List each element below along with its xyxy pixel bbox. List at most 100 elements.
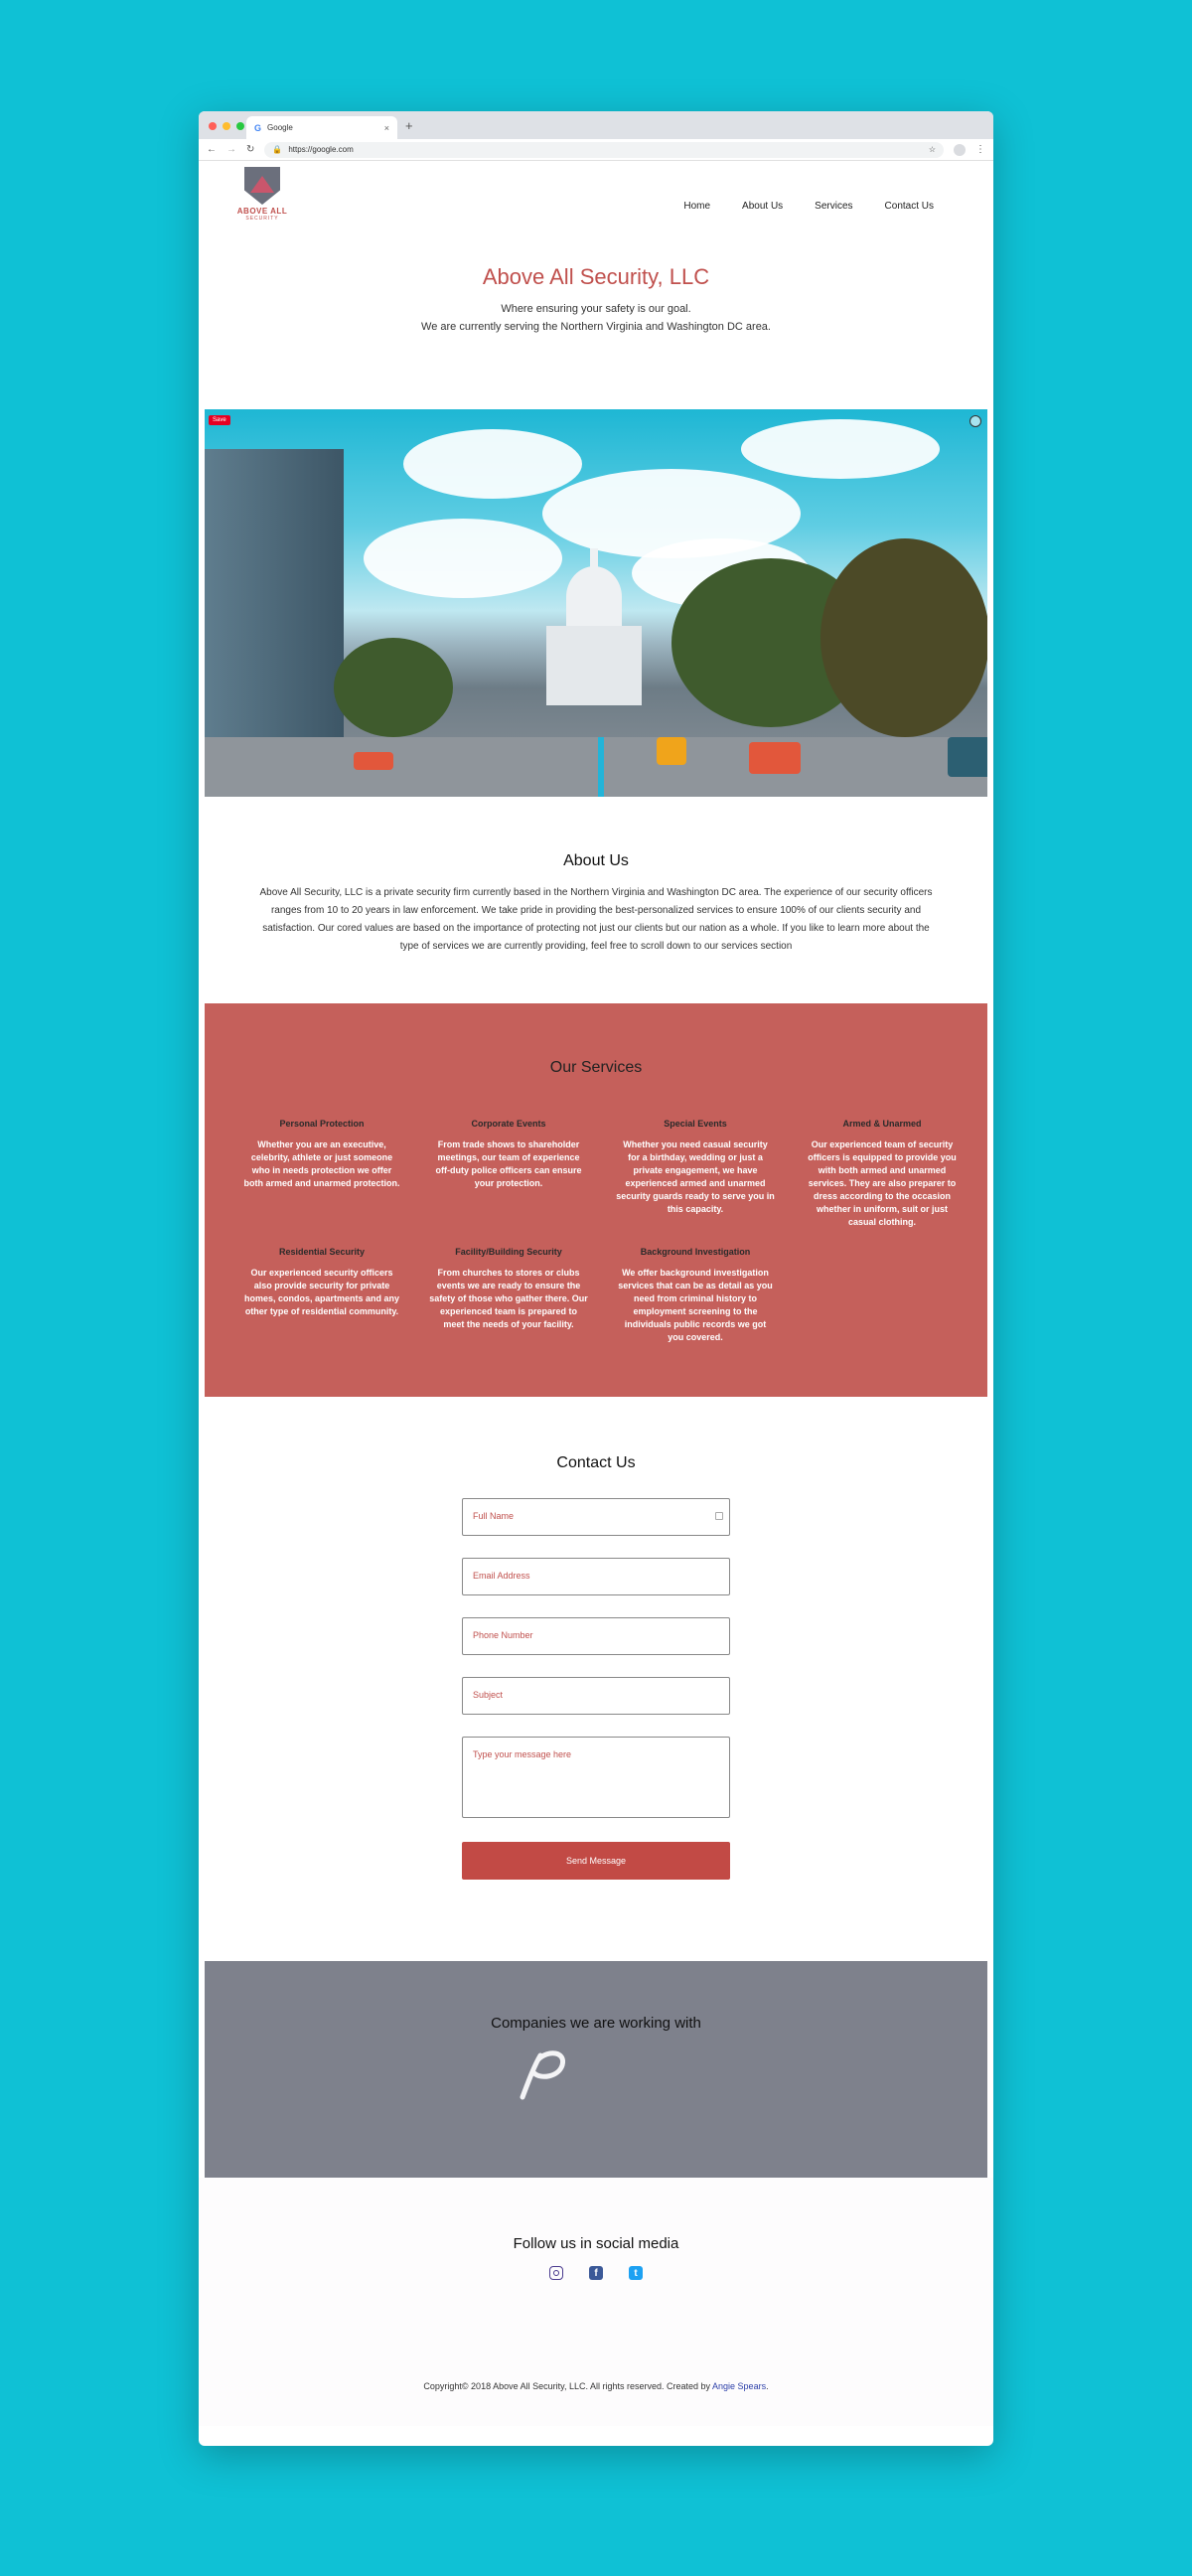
google-favicon-icon: G <box>254 122 262 133</box>
service-text: From churches to stores or clubs events … <box>429 1268 588 1329</box>
service-title: Residential Security <box>278 1247 366 1257</box>
service-title: Background Investigation <box>640 1247 751 1257</box>
service-item: Corporate Events From trade shows to shar… <box>419 1119 598 1229</box>
arrow-right-icon[interactable]: → <box>226 144 236 155</box>
tab-close-icon[interactable]: × <box>384 123 389 133</box>
author-link[interactable]: Angie Spears <box>712 2381 766 2391</box>
contact-title: Contact Us <box>556 1454 636 1471</box>
browser-menu-icon[interactable]: ⋮ <box>975 144 985 155</box>
cloud <box>741 419 940 479</box>
pinterest-save-button[interactable]: Save <box>209 415 230 425</box>
send-message-button[interactable]: Send Message <box>462 1842 730 1880</box>
nav-about-us[interactable]: About Us <box>742 201 783 212</box>
instagram-icon[interactable] <box>549 2266 563 2280</box>
subject-placeholder: Subject <box>473 1690 504 1700</box>
service-text: Whether you are an executive, celebrity,… <box>243 1139 400 1188</box>
footer: Copyright© 2018 Above All Security, LLC.… <box>199 2381 993 2391</box>
website: ABOVE ALL SECURITY Home About Us Service… <box>199 161 993 2426</box>
browser-tab[interactable]: G Google × <box>246 116 397 139</box>
email-field[interactable]: Email Address <box>462 1558 730 1595</box>
partners-section: Companies we are working with <box>205 1961 987 2178</box>
minimize-window-dot[interactable] <box>223 122 230 130</box>
service-title: Corporate Events <box>471 1119 546 1129</box>
cloud <box>364 519 562 598</box>
service-title: Armed & Unarmed <box>842 1119 922 1129</box>
car <box>354 752 393 770</box>
browser-window: G Google × + ← → ↻ 🔒 https://google.com … <box>199 111 993 2446</box>
nav-services[interactable]: Services <box>815 201 852 212</box>
contact-section: Contact Us Full Name Email Address Phone… <box>199 1397 993 1961</box>
service-item: Personal Protection Whether you are an ex… <box>232 1119 411 1229</box>
tab-title: Google <box>267 123 293 132</box>
capitol-street-photo: Save <box>205 409 987 797</box>
maximize-window-dot[interactable] <box>236 122 244 130</box>
about-text: Above All Security, LLC is a private sec… <box>259 887 933 952</box>
partner-logo-icon[interactable] <box>515 2046 574 2101</box>
facebook-icon[interactable]: f <box>589 2266 603 2280</box>
profile-avatar[interactable] <box>954 143 966 156</box>
site-header: ABOVE ALL SECURITY Home About Us Service… <box>199 161 993 240</box>
service-item: Background Investigation We offer backgro… <box>606 1247 785 1344</box>
service-text: Whether you need casual security for a b… <box>616 1139 775 1214</box>
full-name-placeholder: Full Name <box>473 1511 515 1521</box>
service-title: Personal Protection <box>279 1119 365 1129</box>
hero-area: We are currently serving the Northern Vi… <box>421 321 771 333</box>
about-title: About Us <box>563 852 629 869</box>
subject-field[interactable]: Subject <box>462 1677 730 1715</box>
car <box>749 742 801 774</box>
bookmark-star-icon[interactable]: ☆ <box>929 145 936 154</box>
email-placeholder: Email Address <box>473 1571 530 1581</box>
service-text: From trade shows to shareholder meetings… <box>435 1139 582 1188</box>
service-text: Our experienced team of security officer… <box>808 1139 957 1227</box>
service-item: Armed & Unarmed Our experienced team of s… <box>793 1119 971 1229</box>
bike-lane <box>598 737 604 797</box>
service-text: We offer background investigation servic… <box>618 1268 773 1342</box>
message-textarea[interactable]: Type your message here <box>462 1737 730 1818</box>
partners-title: Companies we are working with <box>491 2015 701 2032</box>
logo-subtext: SECURITY <box>245 216 279 222</box>
services-title: Our Services <box>549 1059 643 1076</box>
main-nav: Home About Us Services Contact Us <box>683 201 934 212</box>
twitter-icon[interactable]: t <box>629 2266 643 2280</box>
message-placeholder: Type your message here <box>473 1749 572 1759</box>
phone-field[interactable]: Phone Number <box>462 1617 730 1655</box>
address-bar[interactable]: 🔒 https://google.com ☆ <box>264 141 944 158</box>
about-section: About Us Above All Security, LLC is a pr… <box>199 797 993 1003</box>
tree <box>820 538 987 737</box>
nav-contact-us[interactable]: Contact Us <box>885 201 934 212</box>
hero-tagline: Where ensuring your safety is our goal. <box>501 303 691 315</box>
tab-bar: G Google × + <box>199 111 993 139</box>
taxi <box>657 737 686 765</box>
hero-title: Above All Security, LLC <box>482 264 710 289</box>
cloud <box>403 429 582 499</box>
social-icons: f t <box>199 2266 993 2280</box>
close-window-dot[interactable] <box>209 122 217 130</box>
reload-icon[interactable]: ↻ <box>246 144 254 155</box>
window-controls <box>209 122 244 130</box>
arrow-left-icon[interactable]: ← <box>207 144 217 155</box>
service-text: Our experienced security officers also p… <box>243 1268 400 1316</box>
copyright-text: Copyright© 2018 Above All Security, LLC.… <box>423 2381 713 2391</box>
social-title: Follow us in social media <box>513 2235 679 2252</box>
service-title: Special Events <box>664 1119 727 1129</box>
visual-search-icon[interactable] <box>969 415 981 427</box>
logo-text: ABOVE ALL <box>236 207 288 216</box>
car <box>948 737 987 777</box>
browser-toolbar: ← → ↻ 🔒 https://google.com ☆ ⋮ <box>199 139 993 161</box>
full-name-field[interactable]: Full Name <box>462 1498 730 1536</box>
nav-home[interactable]: Home <box>683 201 710 212</box>
shield-logo-icon <box>244 167 280 205</box>
service-item: Residential Security Our experienced secu… <box>232 1247 411 1344</box>
tree <box>334 638 453 737</box>
footer-period: . <box>766 2381 769 2391</box>
street <box>205 737 987 797</box>
url-text: https://google.com <box>288 145 354 154</box>
new-tab-button[interactable]: + <box>405 118 413 133</box>
autofill-icon[interactable] <box>715 1512 723 1520</box>
site-logo[interactable]: ABOVE ALL SECURITY <box>232 167 292 222</box>
services-section: Our Services Personal Protection Whether … <box>205 1003 987 1397</box>
service-item: Facility/Building Security From churches … <box>419 1247 598 1344</box>
phone-placeholder: Phone Number <box>473 1630 533 1640</box>
hero-section: Above All Security, LLC Where ensuring y… <box>199 240 993 409</box>
service-title: Facility/Building Security <box>455 1247 562 1257</box>
